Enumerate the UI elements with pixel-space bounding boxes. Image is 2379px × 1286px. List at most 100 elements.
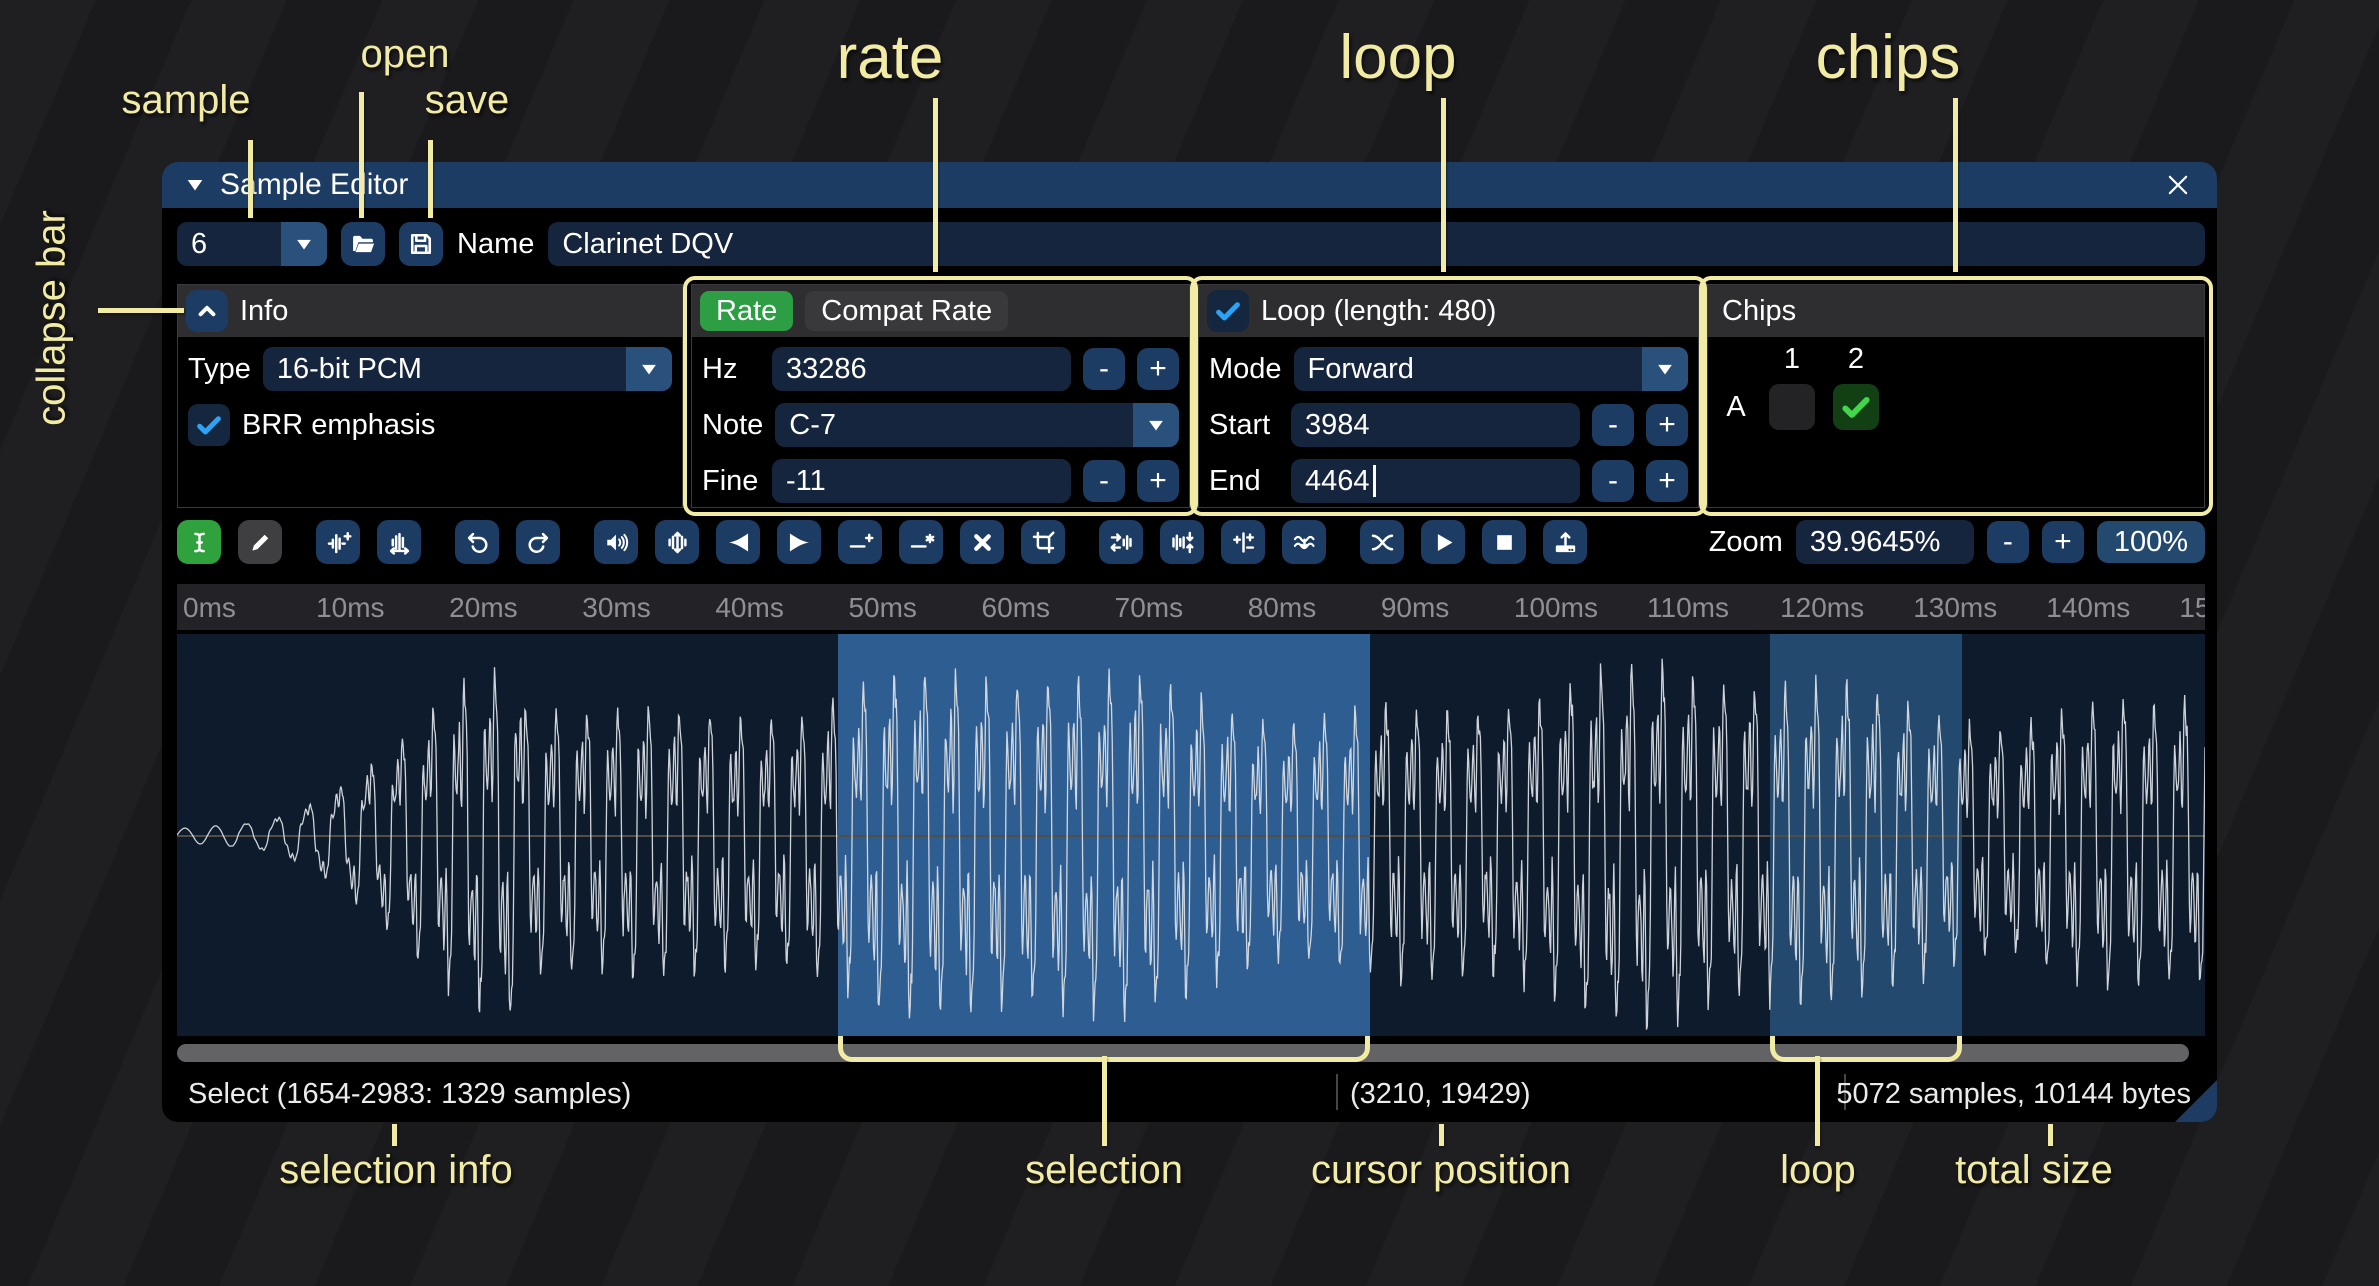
chips-panel: Chips 12A <box>1707 284 2205 508</box>
fine-input[interactable]: -11 <box>772 459 1071 503</box>
loop-panel: Loop (length: 480) Mode Forward Start 39… <box>1198 284 1699 508</box>
zoom-reset-button[interactable]: 100% <box>2097 521 2205 563</box>
horizontal-scrollbar[interactable] <box>177 1044 2205 1062</box>
status-separator <box>1336 1074 1338 1110</box>
resize-grip[interactable] <box>2175 1080 2217 1122</box>
close-button[interactable] <box>2161 168 2195 202</box>
loop-end-decrement-button[interactable]: - <box>1592 460 1634 502</box>
status-cursor-position: (3210, 19429) <box>1350 1078 1531 1111</box>
stop-preview-button[interactable] <box>1482 520 1526 564</box>
status-bar: Select (1654-2983: 1329 samples) (3210, … <box>162 1062 2217 1122</box>
waveform-display[interactable] <box>177 634 2205 1036</box>
fade-out-icon <box>786 529 813 556</box>
loop-end-input[interactable]: 4464 <box>1291 459 1580 503</box>
reverse-button[interactable] <box>1099 520 1143 564</box>
invert-button[interactable] <box>1160 520 1204 564</box>
ruler-label: 0ms <box>177 592 236 624</box>
redo-button[interactable] <box>516 520 560 564</box>
chips-header-bar: Chips <box>1708 285 2204 337</box>
close-icon <box>2163 170 2193 200</box>
sample-selector[interactable]: 6 <box>177 222 327 266</box>
preview-button[interactable] <box>1421 520 1465 564</box>
pencil-icon <box>247 529 274 556</box>
tab-compat-rate[interactable]: Compat Rate <box>805 291 1008 331</box>
status-selection-info: Select (1654-2983: 1329 samples) <box>188 1078 631 1111</box>
loop-mode-select[interactable]: Forward <box>1294 347 1688 391</box>
chip-checkbox[interactable] <box>1769 384 1815 430</box>
fade-in-button[interactable] <box>716 520 760 564</box>
hz-increment-button[interactable]: + <box>1137 348 1179 390</box>
zoom-input[interactable]: 39.9645% <box>1796 520 1974 564</box>
check-icon <box>1213 296 1243 326</box>
zoom-out-button[interactable]: - <box>1987 521 2029 563</box>
loop-start-increment-button[interactable]: + <box>1646 404 1688 446</box>
wave-vertical-arrows-icon <box>664 529 691 556</box>
ruler-label: 140ms <box>2040 592 2130 624</box>
fade-out-button[interactable] <box>777 520 821 564</box>
filter-button[interactable] <box>1282 520 1326 564</box>
time-ruler[interactable]: 0ms10ms20ms30ms40ms50ms60ms70ms80ms90ms1… <box>177 584 2205 630</box>
collapse-button[interactable] <box>186 290 228 332</box>
resize-button[interactable] <box>316 520 360 564</box>
loop-end-label: End <box>1209 465 1279 498</box>
ruler-label: 130ms <box>1907 592 1997 624</box>
amplify-button[interactable] <box>594 520 638 564</box>
save-button[interactable] <box>399 222 443 266</box>
annotation-label-selection-info: selection info <box>279 1148 512 1193</box>
wave-plus-icon <box>325 529 352 556</box>
filter-icon <box>1291 529 1318 556</box>
loop-start-decrement-button[interactable]: - <box>1592 404 1634 446</box>
chevron-down-icon[interactable] <box>281 222 327 266</box>
chip-checkbox[interactable] <box>1833 384 1879 430</box>
select-tool-button[interactable] <box>177 520 221 564</box>
loop-end-increment-button[interactable]: + <box>1646 460 1688 502</box>
tab-rate[interactable]: Rate <box>700 291 793 331</box>
fine-decrement-button[interactable]: - <box>1083 460 1125 502</box>
signed-unsigned-button[interactable] <box>1221 520 1265 564</box>
play-icon <box>1430 529 1457 556</box>
rate-header-bar: Rate Compat Rate <box>692 285 1189 337</box>
scrollbar-thumb[interactable] <box>177 1044 2189 1062</box>
window-collapse-icon[interactable] <box>184 174 206 196</box>
crossfade-button[interactable] <box>1360 520 1404 564</box>
hz-input[interactable]: 33286 <box>772 347 1071 391</box>
loop-enabled-checkbox[interactable] <box>1207 290 1249 332</box>
fine-increment-button[interactable]: + <box>1137 460 1179 502</box>
draw-tool-button[interactable] <box>238 520 282 564</box>
open-button[interactable] <box>341 222 385 266</box>
annotation-label-save: save <box>425 78 510 123</box>
undo-button[interactable] <box>455 520 499 564</box>
delete-button[interactable] <box>960 520 1004 564</box>
titlebar[interactable]: Sample Editor <box>162 162 2217 208</box>
undo-icon <box>464 529 491 556</box>
name-value: Clarinet DQV <box>562 228 733 261</box>
stop-icon <box>1491 529 1518 556</box>
chevron-down-icon[interactable] <box>1133 403 1179 447</box>
trim-button[interactable] <box>1021 520 1065 564</box>
zoom-in-button[interactable]: + <box>2042 521 2084 563</box>
name-input[interactable]: Clarinet DQV <box>548 222 2205 266</box>
fine-value: -11 <box>786 465 826 498</box>
apply-silence-button[interactable] <box>899 520 943 564</box>
ruler-label: 70ms <box>1109 592 1183 624</box>
info-header-bar: Info <box>178 285 682 337</box>
brr-emphasis-checkbox[interactable] <box>188 404 230 446</box>
chevron-down-icon[interactable] <box>626 347 672 391</box>
note-select[interactable]: C-7 <box>775 403 1179 447</box>
import-button[interactable] <box>1543 520 1587 564</box>
resample-button[interactable] <box>377 520 421 564</box>
window-title: Sample Editor <box>220 168 408 202</box>
zoom-label: Zoom <box>1709 526 1783 559</box>
loop-start-input[interactable]: 3984 <box>1291 403 1580 447</box>
rate-panel: Rate Compat Rate Hz 33286 - + Note C-7 <box>691 284 1190 508</box>
type-select[interactable]: 16-bit PCM <box>263 347 672 391</box>
chevron-down-icon[interactable] <box>1642 347 1688 391</box>
insert-silence-button[interactable] <box>838 520 882 564</box>
annotation-label-sample: sample <box>122 78 251 123</box>
crossfade-icon <box>1369 529 1396 556</box>
upload-icon <box>1552 529 1579 556</box>
normalize-button[interactable] <box>655 520 699 564</box>
hz-decrement-button[interactable]: - <box>1083 348 1125 390</box>
type-label: Type <box>188 353 251 386</box>
ruler-label: 80ms <box>1242 592 1316 624</box>
